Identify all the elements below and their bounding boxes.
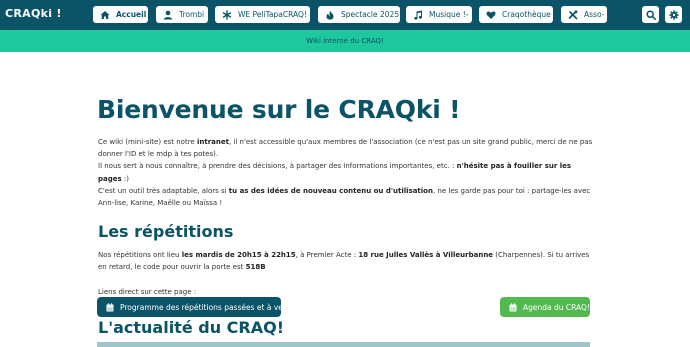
tools-icon [568, 9, 578, 20]
rep-bold-door-code: 518B [245, 263, 266, 272]
agenda-button-label: Agenda du CRAQ! [523, 302, 590, 312]
search-icon [645, 9, 656, 20]
calendar-icon [509, 302, 523, 312]
rep-bold-address: 18 rue Julles Vallès à Villeurbanne [358, 251, 494, 259]
music-icon [413, 10, 423, 20]
search-button[interactable] [642, 6, 659, 23]
nav-trombi[interactable]: Trombi [156, 6, 208, 23]
nav-we-pelitapacraq[interactable]: WE PeliTapaCRAQ! [215, 6, 310, 23]
nav-craqotheque-label: Craqothèque [502, 10, 551, 19]
repetitions-heading: Les répétitions [98, 222, 234, 241]
nav-asso[interactable]: Asso- [561, 6, 607, 23]
news-panel [97, 342, 590, 347]
home-icon [100, 10, 110, 20]
nav-craqotheque[interactable]: Craqothèque [479, 6, 553, 23]
program-button-label: Programme des répétitions passées et à v… [120, 302, 293, 312]
intro-bold-intranet: intranet [196, 138, 229, 146]
rep-text: Nos répétitions ont lieu [98, 251, 182, 259]
nav-we-label: WE PeliTapaCRAQ! [238, 10, 307, 19]
program-button[interactable]: Programme des répétitions passées et à v… [97, 297, 293, 317]
rep-text: , à Premier Acte : [295, 251, 359, 259]
agenda-button[interactable]: Agenda du CRAQ! [500, 297, 590, 317]
user-icon [163, 10, 173, 20]
gear-icon [668, 9, 679, 20]
site-brand[interactable]: CRAQki ! [5, 7, 62, 20]
adapt-bold: tu as des idées de nouveau contenu ou d'… [228, 187, 433, 195]
nav-spectacle-2025[interactable]: Spectacle 2025 [318, 6, 400, 23]
settings-button[interactable] [665, 6, 682, 23]
nav-musique[interactable]: Musique !- [406, 6, 472, 23]
intro-text: :) [121, 174, 129, 183]
nav-spectacle-label: Spectacle 2025 [341, 10, 400, 19]
top-navbar: CRAQki ! Accueil Trombi WE PeliTapaCRAQ!… [0, 0, 690, 30]
adaptable-paragraph: C'est un outil très adaptable, alors si … [98, 185, 596, 209]
asterisk-icon [222, 9, 232, 20]
nav-trombi-label: Trombi [179, 10, 205, 19]
rep-bold-schedule: les mardis de 20h15 à 22h15 [181, 251, 296, 259]
adapt-text: C'est un outil très adaptable, alors si [98, 187, 229, 195]
news-heading: L'actualité du CRAQ! [98, 318, 285, 337]
repetitions-paragraph: Nos répétitions ont lieu les mardis de 2… [98, 249, 596, 273]
nav-accueil[interactable]: Accueil [93, 6, 148, 23]
page-title: Bienvenue sur le CRAQki ! [97, 95, 461, 124]
calendar-icon [106, 302, 120, 312]
intro-text: Ce wiki (mini-site) est notre [98, 138, 197, 146]
wiki-banner: Wiki interne du CRAQ! [0, 30, 690, 52]
fire-icon [325, 10, 335, 20]
nav-accueil-label: Accueil [116, 10, 147, 19]
nav-asso-label: Asso- [584, 10, 605, 19]
heart-icon [486, 10, 496, 20]
banner-text: Wiki interne du CRAQ! [306, 37, 384, 45]
intro-paragraph: Ce wiki (mini-site) est notre intranet, … [98, 136, 596, 185]
intro-text: Il nous sert à nous connaître, à prendre… [98, 162, 457, 171]
nav-musique-label: Musique !- [429, 10, 469, 19]
